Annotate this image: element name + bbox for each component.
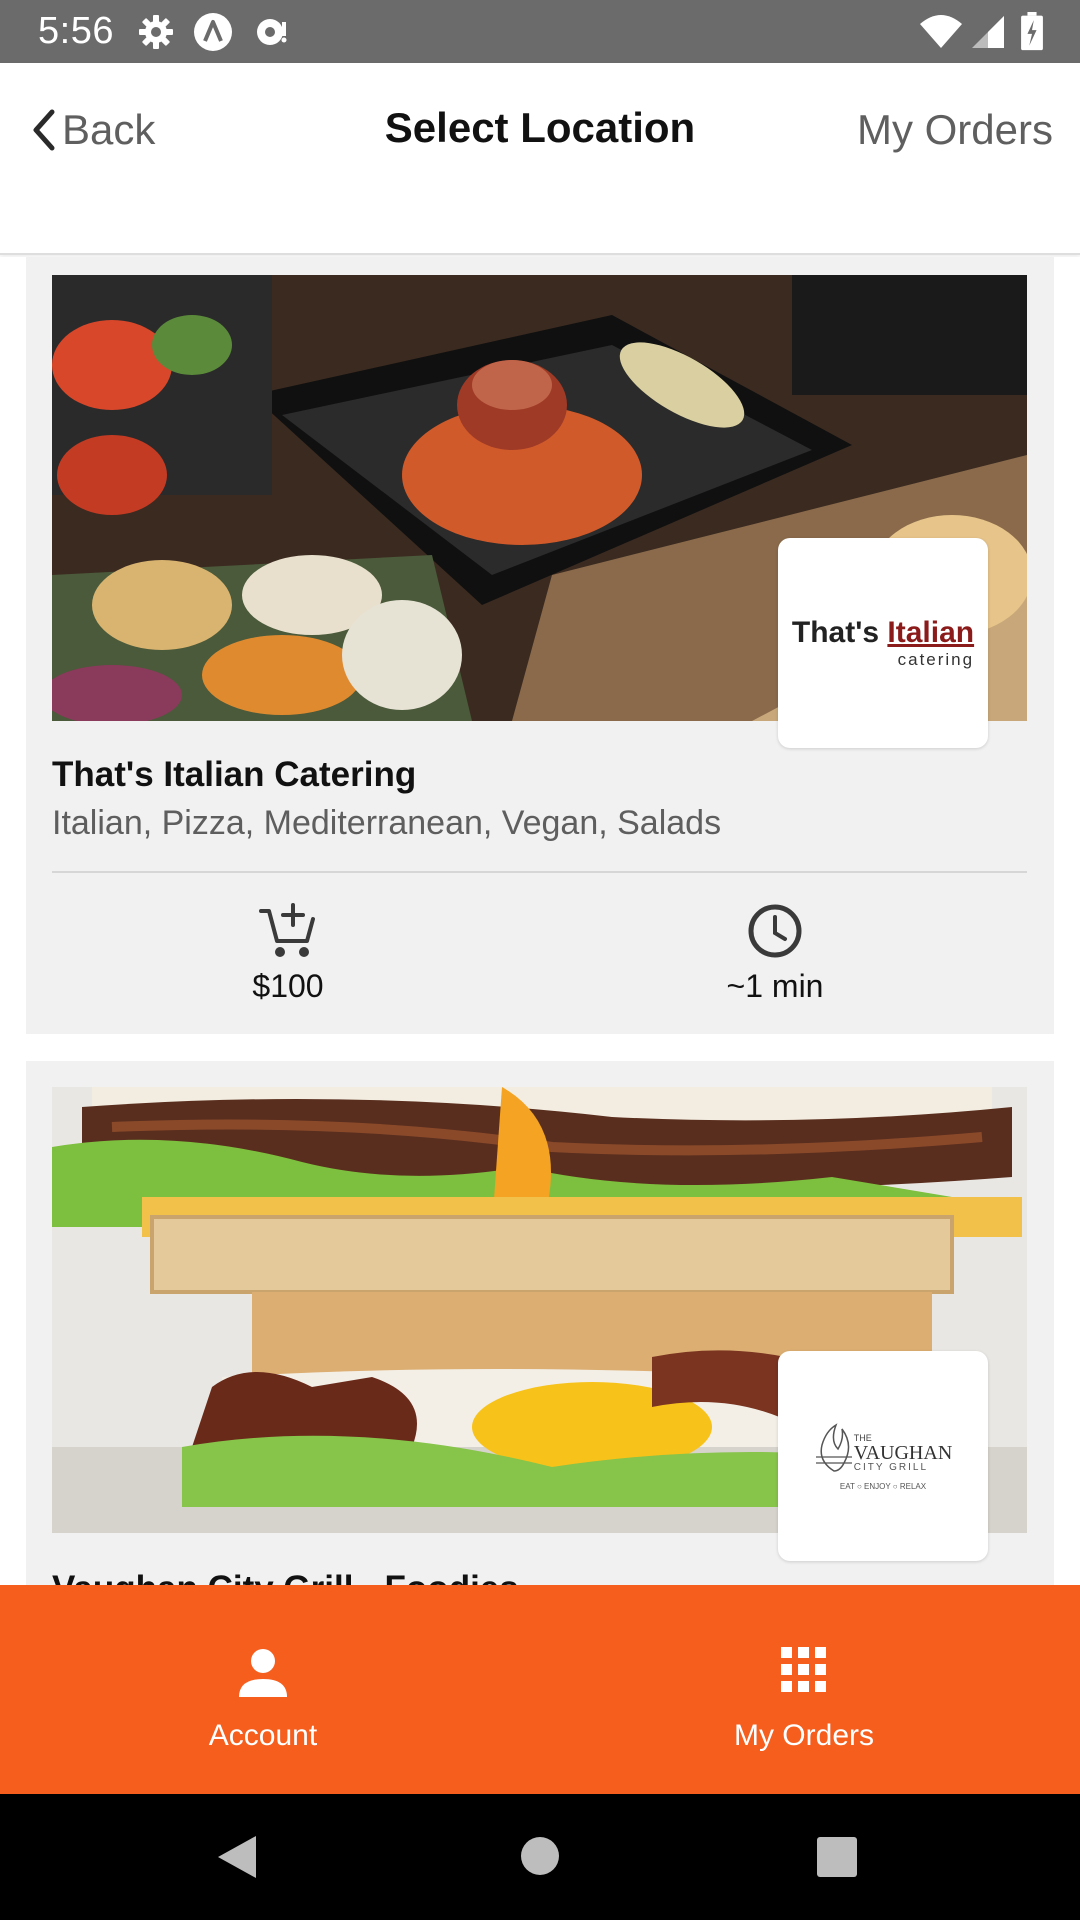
logo-tagline: EAT ○ ENJOY ○ RELAX xyxy=(839,1482,927,1491)
nav-account-label: Account xyxy=(208,1719,318,1752)
card-divider xyxy=(52,871,1027,873)
clock-icon xyxy=(748,904,802,958)
nav-my-orders-label: My Orders xyxy=(733,1719,874,1752)
wait-time-value: ~1 min xyxy=(726,968,824,1004)
restaurant-card[interactable]: THE VAUGHAN CITY GRILL EAT ○ ENJOY ○ REL… xyxy=(26,1061,1054,1585)
restaurant-logo: THE VAUGHAN CITY GRILL EAT ○ ENJOY ○ REL… xyxy=(778,1351,988,1561)
wifi-icon xyxy=(920,15,962,48)
logo-text: That's xyxy=(791,616,880,649)
nav-back-icon[interactable] xyxy=(216,1834,258,1880)
nav-account[interactable]: Account xyxy=(113,1585,413,1794)
status-bar: 5:56 xyxy=(0,0,1080,63)
app-header: Back Select Location My Orders xyxy=(0,63,1080,255)
my-orders-link[interactable]: My Orders xyxy=(857,106,1053,154)
cart-plus-icon xyxy=(259,903,315,957)
signal-icon xyxy=(972,16,1004,48)
restaurant-logo: That's Italian catering xyxy=(778,538,988,748)
logo-text-accent: Italian xyxy=(887,616,975,649)
system-nav-bar xyxy=(0,1794,1080,1920)
person-icon xyxy=(239,1649,287,1697)
a-circle-icon xyxy=(194,13,232,51)
restaurant-name: That's Italian Catering xyxy=(52,755,417,794)
minimum-order-stat: $100 xyxy=(138,903,438,1005)
status-time: 5:56 xyxy=(38,10,114,52)
gear-icon xyxy=(139,15,173,49)
restaurant-card[interactable]: That's Italian catering That's Italian C… xyxy=(26,257,1054,1034)
nav-home-icon[interactable] xyxy=(520,1836,560,1876)
nav-my-orders[interactable]: My Orders xyxy=(654,1585,954,1794)
logo-text: VAUGHAN xyxy=(853,1442,953,1464)
restaurant-list[interactable]: That's Italian catering That's Italian C… xyxy=(0,257,1080,1585)
restaurant-cuisines: Italian, Pizza, Mediterranean, Vegan, Sa… xyxy=(52,804,722,842)
grid-icon xyxy=(781,1647,826,1692)
minimum-order-value: $100 xyxy=(252,968,324,1004)
restaurant-name: Vaughan City Grill - Foodies xyxy=(52,1569,519,1585)
logo-subtext: CITY GRILL xyxy=(853,1462,929,1473)
wait-time-stat: ~1 min xyxy=(625,903,925,1005)
battery-icon xyxy=(1021,12,1043,51)
grill-flourish-icon xyxy=(815,1423,852,1472)
bottom-nav: Account My Orders xyxy=(0,1585,1080,1794)
logo-subtext: catering xyxy=(897,650,975,669)
nav-recents-icon[interactable] xyxy=(817,1837,857,1877)
cast-icon xyxy=(257,19,287,45)
